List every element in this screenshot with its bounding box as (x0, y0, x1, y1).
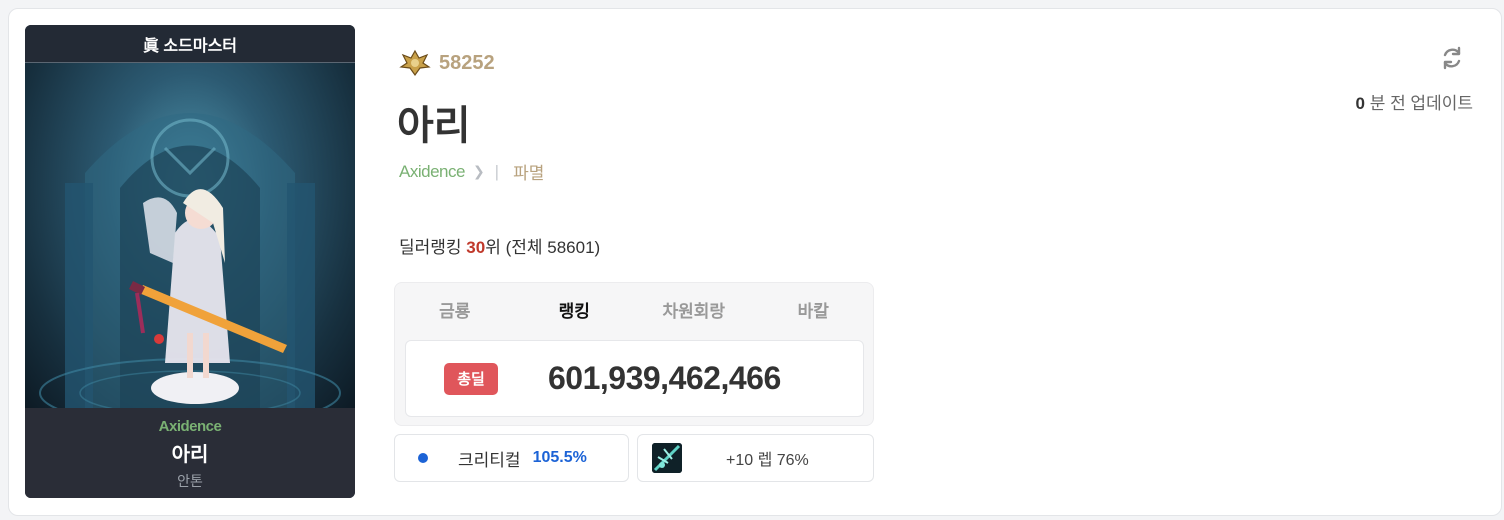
critical-dot-icon (418, 453, 428, 463)
fame-value: 58252 (439, 51, 495, 74)
guild-name[interactable]: 파멸 (513, 159, 544, 184)
portrait-character-name: 아리 (171, 444, 209, 466)
critical-stat-card: 크리티컬 105.5% (394, 434, 629, 482)
portrait-server-name: 안톤 (177, 473, 203, 489)
weapon-reinforce-text: +10 렙 76% (726, 452, 809, 469)
divider: | (494, 161, 500, 181)
tab-list: 금룡 랭킹 차원회랑 바칼 (395, 283, 873, 335)
fame-row: 58252 (399, 49, 495, 77)
tab-dimension-corridor[interactable]: 차원회랑 (634, 283, 754, 335)
dealer-ranking: 딜러랭킹 30위 (전체 58601) (399, 233, 600, 258)
job-title: 眞 소드마스터 (25, 25, 355, 63)
character-portrait-panel: 眞 소드마스터 Axidence 아리 안톤 (25, 25, 355, 498)
updated-minutes: 0 (1355, 94, 1365, 113)
character-image (25, 63, 355, 408)
ranking-rank: 30 (466, 238, 486, 257)
ranking-rank-unit: 위 (485, 238, 501, 257)
adventure-link[interactable]: Axidence (399, 162, 465, 182)
portrait-adventure-name[interactable]: Axidence (25, 418, 355, 435)
updated-time: 0 분 전 업데이트 (1356, 89, 1474, 114)
character-subinfo: Axidence ❯ | 파멸 (399, 159, 544, 184)
tab-geumryong[interactable]: 금룡 (395, 283, 515, 335)
character-artwork (39, 113, 341, 408)
damage-tab-panel: 금룡 랭킹 차원회랑 바칼 총딜 601,939,462,466 (394, 282, 874, 426)
chevron-right-icon[interactable]: ❯ (473, 163, 485, 180)
tab-ranking[interactable]: 랭킹 (515, 283, 635, 335)
fame-emblem-icon (399, 49, 431, 77)
ranking-prefix: 딜러랭킹 (399, 238, 462, 257)
total-damage-box: 총딜 601,939,462,466 (405, 340, 864, 417)
critical-value: 105.5% (532, 449, 587, 466)
weapon-stat-card: +10 렙 76% (637, 434, 874, 482)
tab-bakal[interactable]: 바칼 (754, 283, 874, 335)
total-damage-badge: 총딜 (444, 362, 498, 395)
character-name: 아리 (397, 104, 471, 148)
character-card: 眞 소드마스터 Axidence 아리 안톤 58252 아리 Axidence… (8, 8, 1502, 516)
updated-suffix: 분 전 업데이트 (1369, 94, 1473, 113)
total-damage-value: 601,939,462,466 (548, 360, 781, 396)
refresh-icon[interactable] (1439, 45, 1465, 71)
ranking-total: (전체 58601) (505, 238, 601, 257)
portrait-footer: Axidence 아리 안톤 (25, 408, 355, 498)
critical-label: 크리티컬 (458, 450, 521, 470)
weapon-item-icon[interactable] (652, 443, 682, 473)
